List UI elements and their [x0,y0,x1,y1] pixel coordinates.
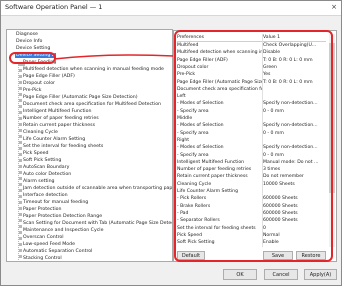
callout-arrow-icon [53,54,175,60]
tree-item-label: Diagnose [16,32,38,37]
tree-item-label: Number of paper feeding retries [23,116,99,121]
tree-item-label: Timeout for manual feeding [23,200,89,205]
tree-item-label: Auto color Detection [23,172,72,177]
tree-item-label: Soft Pick Setting [23,158,62,163]
tree-item-label: Intelligent Multifeed Function [23,109,92,114]
tree-item-label: Set the interval for feeding sheets [23,144,104,149]
tree-item-label: Jam detection outside of scannable area … [23,186,173,191]
tree-item-label: Pick Speed [23,151,49,156]
cancel-button[interactable]: Cancel [264,269,298,280]
title-bar: Software Operation Panel — 1 × [1,1,341,16]
tree-item-label: Retain current paper thickness [23,123,96,128]
ok-button[interactable]: OK [223,269,257,280]
tree-item-label: Pre-Pick [23,88,42,93]
tree-item-label: Document check area specification for Mu… [23,102,162,107]
tree-item-label: Paper Protection [23,207,62,212]
tree-item-label: Paper Protection Detection Range [23,214,103,219]
tree-item-label: Alarm setting [23,179,55,184]
tree-item-label: Cleaning Cycle [23,130,58,135]
tree-guide-line [18,63,22,261]
tree-item-label: Scan Setting for Document with Tab (Auto… [23,221,173,226]
tree-item-label: Page Edge Filler (ADF) [23,74,75,79]
tree-item-label: Automatic Separation Control [23,249,93,254]
tree-item-label: Low-speed Feed Mode [23,242,76,247]
properties-highlight-frame [174,30,333,262]
tree-item-label: Multifeed detection when scanning in man… [23,67,164,72]
software-operation-panel-window: Software Operation Panel — 1 × Diagnose D… [0,0,342,286]
tree-item-label: Dropout color [23,81,55,86]
tree-item-label: AutoScan Boundary [23,165,70,170]
tree-item-label: Device Setting [16,46,51,51]
tree-item-label: Stacking Control [23,256,62,261]
tree-item-label: Overscan Control [23,235,64,240]
tree-item-label: Interface detection [23,193,68,198]
close-icon[interactable]: × [330,3,338,11]
apply-button[interactable]: Apply(A) [304,269,337,280]
tree-item-label: Device Info [16,39,43,44]
tree-item-label: Maintenance and Inspection Cycle [23,228,104,233]
tree-item-label: Life Counter Alarm Setting [23,137,86,142]
window-title: Software Operation Panel — 1 [5,3,103,11]
tree-item[interactable]: Stacking Control [22,255,63,261]
tree-item-label: Page Edge Filler (Automatic Page Size De… [23,95,138,100]
